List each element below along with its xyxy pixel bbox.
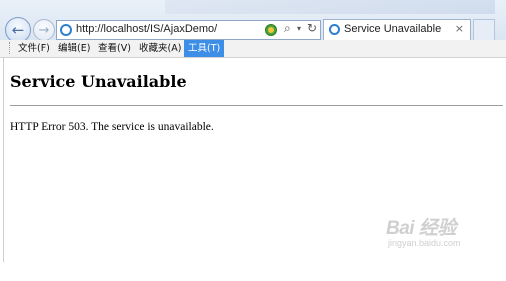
browser-chrome: ← → http://localhost/IS/AjaxDemo/ ⌕ ▾ ↻ … (0, 0, 506, 43)
menu-grip-handle[interactable] (9, 42, 12, 54)
menu-item-edit[interactable]: 编辑(E) (54, 40, 94, 57)
dropdown-arrow-icon[interactable]: ▾ (297, 24, 301, 33)
tab-label: Service Unavailable (344, 23, 442, 35)
forward-button[interactable]: → (33, 19, 55, 41)
watermark-logo: Bai 经验 (386, 218, 456, 239)
search-icon[interactable]: ⌕ (284, 21, 291, 36)
forward-arrow-icon: → (38, 22, 50, 38)
menu-item-view[interactable]: 查看(V) (94, 40, 135, 57)
address-bar[interactable]: http://localhost/IS/AjaxDemo/ ⌕ ▾ ↻ (56, 20, 321, 40)
watermark-url: jingyan.baidu.com (388, 238, 461, 248)
ie-page-icon (60, 24, 72, 36)
back-arrow-icon: ← (11, 21, 25, 39)
watermark: Bai 经验 jingyan.baidu.com (386, 213, 486, 253)
window-left-edge (3, 57, 4, 262)
address-url[interactable]: http://localhost/IS/AjaxDemo/ (76, 23, 217, 35)
menu-item-file[interactable]: 文件(F) (14, 40, 54, 57)
compatibility-view-icon[interactable] (265, 24, 277, 36)
ie-tab-icon (329, 24, 340, 35)
menu-item-tools[interactable]: 工具(T) (184, 40, 225, 57)
menu-item-favorites[interactable]: 收藏夹(A) (135, 40, 185, 57)
tab-service-unavailable[interactable]: Service Unavailable × (323, 19, 471, 40)
error-message: HTTP Error 503. The service is unavailab… (10, 121, 214, 133)
horizontal-rule (10, 105, 503, 106)
new-tab-button[interactable] (473, 19, 495, 40)
menu-bar: 文件(F) 编辑(E) 查看(V) 收藏夹(A) 工具(T) (0, 40, 506, 58)
chrome-background-glass (165, 0, 495, 14)
refresh-icon[interactable]: ↻ (307, 21, 317, 35)
tab-close-icon[interactable]: × (455, 22, 464, 35)
page-title: Service Unavailable (10, 72, 187, 91)
